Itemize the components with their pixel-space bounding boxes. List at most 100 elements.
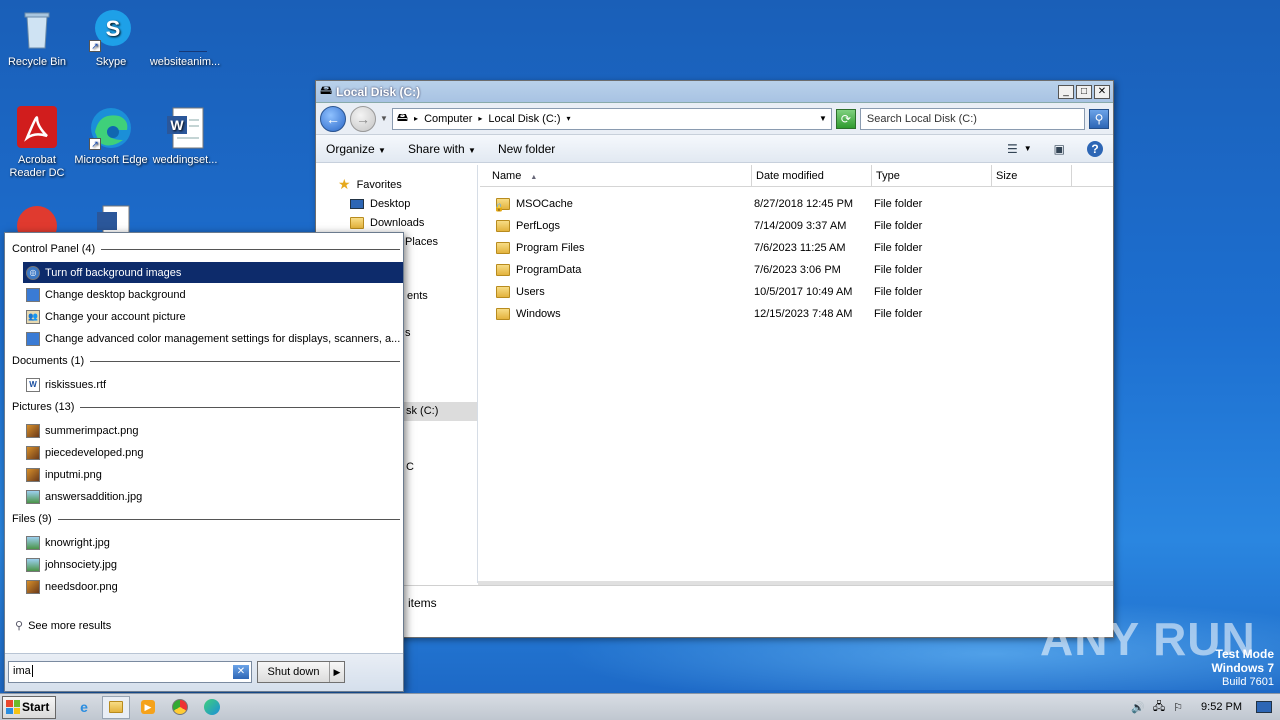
back-button[interactable]: ← xyxy=(320,105,346,132)
result-needsdoor[interactable]: needsdoor.png xyxy=(23,576,403,597)
start-search-input[interactable]: ima ✕ xyxy=(8,661,252,683)
shutdown-options-arrow-icon[interactable]: ▶ xyxy=(330,662,344,682)
jpg-image-icon xyxy=(26,489,40,504)
category-documents[interactable]: Documents (1) xyxy=(12,355,400,367)
result-piecedeveloped[interactable]: piecedeveloped.png xyxy=(23,442,403,463)
nav-documents-partial[interactable]: ents xyxy=(407,290,428,302)
result-label: Change desktop background xyxy=(45,288,186,301)
close-button[interactable]: ✕ xyxy=(1094,84,1110,99)
help-icon[interactable]: ? xyxy=(1087,140,1103,157)
column-name[interactable]: Name ▲ xyxy=(480,165,752,186)
address-dropdown-icon[interactable]: ▼ xyxy=(819,114,827,123)
shutdown-label[interactable]: Shut down xyxy=(258,662,330,682)
file-date: 8/27/2018 12:45 PM xyxy=(754,198,854,210)
result-label: johnsociety.jpg xyxy=(45,558,117,571)
result-summerimpact[interactable]: summerimpact.png xyxy=(23,420,403,441)
folder-icon xyxy=(496,286,510,298)
nav-downloads[interactable]: Downloads xyxy=(316,213,477,232)
nav-favorites[interactable]: ★ Favorites xyxy=(316,175,477,194)
see-more-results-link[interactable]: ⚲ See more results xyxy=(15,619,111,633)
file-name: Users xyxy=(516,286,545,298)
svg-text:W: W xyxy=(170,117,184,133)
windows-explorer-icon[interactable] xyxy=(102,695,130,719)
result-turn-off-background-images[interactable]: ◎ Turn off background images xyxy=(23,262,403,283)
file-type: File folder xyxy=(874,220,923,232)
action-center-flag-icon[interactable]: ⚐ xyxy=(1173,701,1183,714)
maximize-button[interactable]: □ xyxy=(1076,84,1092,99)
view-options-icon[interactable]: ☰ xyxy=(1007,142,1018,156)
desktop-icon-skype[interactable]: S ↗ Skype xyxy=(74,8,148,69)
clear-search-button[interactable]: ✕ xyxy=(233,665,249,679)
new-folder-button[interactable]: New folder xyxy=(498,142,555,156)
desktop-icon-websiteanim[interactable]: websiteanim... xyxy=(148,8,224,69)
desktop-icon-label: Acrobat Reader DC xyxy=(9,154,65,179)
category-files[interactable]: Files (9) xyxy=(12,513,400,525)
result-color-management[interactable]: Change advanced color management setting… xyxy=(23,328,403,349)
result-inputmi[interactable]: inputmi.png xyxy=(23,464,403,485)
file-date: 12/15/2023 7:48 AM xyxy=(754,308,853,320)
breadcrumb-local-disk[interactable]: Local Disk (C:) xyxy=(488,113,560,125)
refresh-button[interactable]: ⟳ xyxy=(835,108,856,129)
nav-desktop[interactable]: Desktop xyxy=(316,194,477,213)
chevron-down-icon[interactable]: ▼ xyxy=(1024,144,1032,153)
users-icon: 👥 xyxy=(26,309,40,324)
forward-button[interactable]: → xyxy=(350,105,376,132)
chrome-icon[interactable] xyxy=(166,696,194,719)
share-with-button[interactable]: Share with ▼ xyxy=(408,142,476,156)
desktop-icon-acrobat[interactable]: Acrobat Reader DC xyxy=(0,106,74,180)
result-change-account-picture[interactable]: 👥 Change your account picture xyxy=(23,306,403,327)
desktop-icon-weddingset[interactable]: W weddingset... xyxy=(148,106,222,167)
result-answersaddition[interactable]: answersaddition.jpg xyxy=(23,486,403,507)
file-date: 10/5/2017 10:49 AM xyxy=(754,286,853,298)
desktop-icon-edge[interactable]: ↗ Microsoft Edge xyxy=(74,106,148,167)
explorer-window: 🖴 Local Disk (C:) _ □ ✕ ← → ▼ 🖴 ▸ Comput… xyxy=(315,80,1114,638)
result-label: Turn off background images xyxy=(45,266,182,279)
result-riskissues[interactable]: W riskissues.rtf xyxy=(23,374,403,395)
breadcrumb-computer[interactable]: Computer xyxy=(424,113,472,125)
downloads-folder-icon xyxy=(350,216,364,229)
media-player-icon[interactable]: ▶ xyxy=(134,696,162,719)
build-line: Build 7601 xyxy=(1222,676,1274,688)
file-row[interactable]: Users 10/5/2017 10:49 AM File folder xyxy=(480,281,1113,303)
file-row[interactable]: Program Files 7/6/2023 11:25 AM File folde… xyxy=(480,237,1113,259)
result-johnsociety[interactable]: johnsociety.jpg xyxy=(23,554,403,575)
file-row[interactable]: Windows 12/15/2023 7:48 AM File folder xyxy=(480,303,1113,325)
column-size[interactable]: Size xyxy=(992,165,1072,186)
nav-item-partial[interactable]: s xyxy=(405,327,411,339)
file-row[interactable]: ProgramData 7/6/2023 3:06 PM File folder xyxy=(480,259,1113,281)
result-change-desktop-background[interactable]: Change desktop background xyxy=(23,284,403,305)
nav-item-partial[interactable]: C xyxy=(406,461,414,473)
chevron-right-icon[interactable]: ▸ xyxy=(478,114,482,123)
network-icon[interactable]: 🖧 xyxy=(1153,698,1165,717)
svg-text:S: S xyxy=(106,16,121,41)
start-button[interactable]: Start xyxy=(2,695,56,719)
recent-pages-chevron-icon[interactable]: ▼ xyxy=(380,114,388,123)
organize-button[interactable]: Organize ▼ xyxy=(326,142,386,156)
edge-icon: ↗ xyxy=(89,106,133,150)
address-bar[interactable]: 🖴 ▸ Computer ▸ Local Disk (C:) ▾ ▼ xyxy=(391,107,832,130)
magnifier-icon: ⚲ xyxy=(15,620,24,632)
search-icon[interactable]: ⚲ xyxy=(1089,108,1109,129)
file-row[interactable]: 🔒 MSOCache 8/27/2018 12:45 PM File folder xyxy=(480,193,1113,215)
column-date[interactable]: Date modified xyxy=(752,165,872,186)
internet-explorer-icon[interactable]: e xyxy=(70,696,98,719)
desktop-icon-recycle-bin[interactable]: Recycle Bin xyxy=(0,8,74,69)
window-titlebar[interactable]: 🖴 Local Disk (C:) _ □ ✕ xyxy=(316,81,1113,103)
preview-pane-icon[interactable]: ▣ xyxy=(1054,142,1065,156)
show-desktop-icon[interactable] xyxy=(1256,701,1272,713)
volume-icon[interactable]: 🔊 xyxy=(1131,701,1145,714)
minimize-button[interactable]: _ xyxy=(1058,84,1074,99)
shutdown-button[interactable]: Shut down ▶ xyxy=(257,661,345,683)
search-input[interactable]: Search Local Disk (C:) xyxy=(859,107,1085,130)
clock[interactable]: 9:52 PM xyxy=(1201,701,1242,713)
folder-icon: 🔒 xyxy=(494,198,510,212)
sort-up-icon: ▲ xyxy=(530,174,538,181)
chevron-down-icon[interactable]: ▾ xyxy=(567,114,571,123)
result-knowright[interactable]: knowright.jpg xyxy=(23,532,403,553)
file-row[interactable]: PerfLogs 7/14/2009 3:37 AM File folder xyxy=(480,215,1113,237)
category-pictures[interactable]: Pictures (13) xyxy=(12,401,400,413)
edge-icon[interactable] xyxy=(198,696,226,719)
column-type[interactable]: Type xyxy=(872,165,992,186)
category-control-panel[interactable]: Control Panel (4) xyxy=(12,243,400,255)
category-label: Pictures (13) xyxy=(12,401,75,413)
